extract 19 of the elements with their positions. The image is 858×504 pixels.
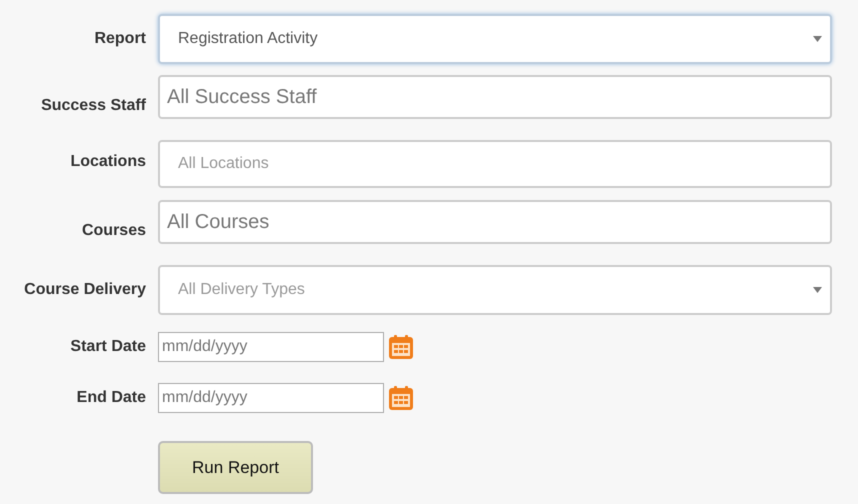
select-field[interactable]: All Delivery Types bbox=[158, 265, 832, 315]
field-label: Course Delivery bbox=[23, 281, 146, 299]
calendar-icon[interactable] bbox=[388, 385, 414, 411]
date-field[interactable]: mm/dd/yyyy bbox=[158, 383, 384, 413]
input-field[interactable]: All Locations bbox=[158, 140, 832, 188]
field-label: Report bbox=[93, 30, 146, 48]
date-field[interactable]: mm/dd/yyyy bbox=[158, 332, 384, 362]
calendar-icon[interactable] bbox=[388, 334, 414, 360]
field-label: End Date bbox=[76, 389, 146, 407]
field-label: Start Date bbox=[69, 338, 146, 356]
select-field[interactable]: Registration Activity bbox=[158, 14, 832, 64]
field-label: Locations bbox=[69, 152, 146, 171]
input-field[interactable]: All Courses bbox=[158, 200, 832, 244]
field-label: Success Staff bbox=[40, 97, 146, 116]
input-field[interactable]: All Success Staff bbox=[158, 75, 832, 119]
run-report-button[interactable]: Run Report bbox=[158, 441, 313, 494]
caret-icon bbox=[813, 36, 822, 42]
caret-icon bbox=[813, 287, 822, 293]
field-label: Courses bbox=[80, 222, 146, 241]
